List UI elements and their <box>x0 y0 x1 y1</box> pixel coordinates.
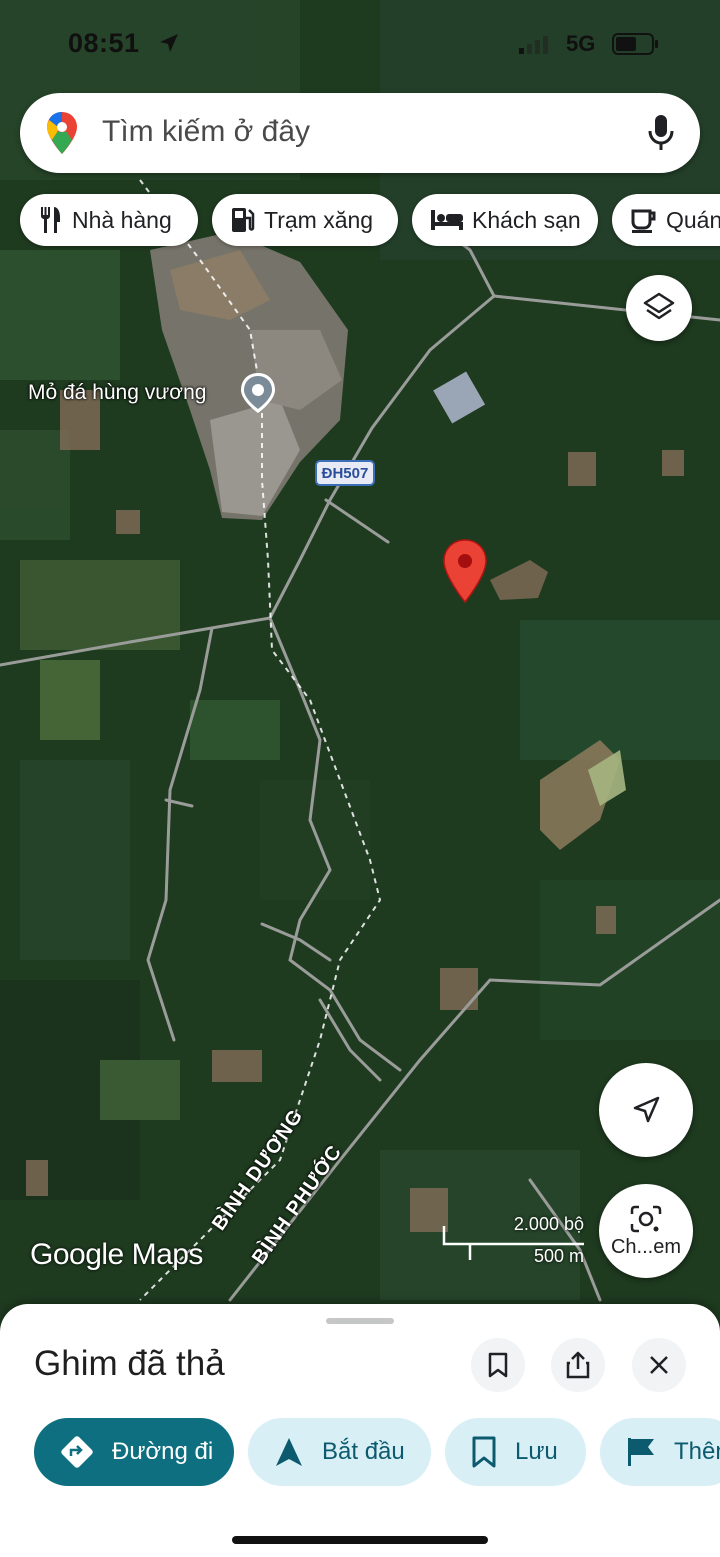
microphone-icon[interactable] <box>648 113 674 151</box>
directions-icon <box>61 1436 93 1468</box>
google-maps-attribution: Google Maps <box>30 1238 203 1271</box>
network-type: 5G <box>566 31 596 56</box>
chip-label: Khách sạn <box>472 206 581 233</box>
home-indicator[interactable] <box>232 1536 488 1544</box>
sheet-title: Ghim đã thả <box>34 1344 225 1383</box>
map-scale: 2.000 bộ 500 m <box>442 1214 592 1272</box>
status-time: 08:51 <box>68 28 140 58</box>
place-marker-icon[interactable] <box>238 371 278 415</box>
battery-icon <box>612 33 658 55</box>
hotel-icon <box>431 210 463 230</box>
more-button[interactable]: Thêm <box>600 1418 720 1486</box>
signal-strength-icon <box>519 36 548 54</box>
share-icon <box>566 1351 590 1379</box>
save-icon-button[interactable] <box>471 1338 525 1392</box>
chip-label: Nhà hàng <box>72 206 172 233</box>
dropped-pin-icon[interactable] <box>441 538 489 604</box>
search-input[interactable]: Tìm kiếm ở đây <box>102 115 310 149</box>
bookmark-icon <box>488 1352 508 1378</box>
lens-search-button[interactable]: Ch...em <box>599 1184 693 1278</box>
location-services-icon <box>160 34 178 52</box>
dropped-pin-sheet[interactable]: Ghim đã thả Đường đi Bắt đầu Lưu Thê <box>0 1304 720 1557</box>
bookmark-icon <box>472 1436 496 1468</box>
close-button[interactable] <box>632 1338 686 1392</box>
lens-label: Ch...em <box>610 1235 682 1258</box>
chip-hotels[interactable]: Khách sạn <box>412 194 598 246</box>
road-shield: ĐH507 <box>315 460 375 486</box>
action-label: Bắt đầu <box>322 1438 405 1465</box>
gas-station-icon <box>232 208 255 232</box>
restaurant-icon <box>41 207 60 233</box>
action-label: Thêm <box>674 1438 720 1465</box>
chip-label: Quán <box>666 206 720 233</box>
coffee-icon <box>631 209 656 233</box>
directions-button[interactable]: Đường đi <box>34 1418 234 1486</box>
google-maps-logo-icon <box>47 112 77 154</box>
start-button[interactable]: Bắt đầu <box>248 1418 431 1486</box>
chip-restaurants[interactable]: Nhà hàng <box>20 194 198 246</box>
action-label: Đường đi <box>112 1438 214 1465</box>
status-bar: 08:51 5G <box>0 22 720 66</box>
layers-button[interactable] <box>626 275 692 341</box>
navigation-arrow-icon <box>276 1438 302 1466</box>
action-label: Lưu <box>515 1438 558 1465</box>
chip-cafes[interactable]: Quán <box>612 194 720 246</box>
share-button[interactable] <box>551 1338 605 1392</box>
camera-lens-icon <box>630 1205 662 1232</box>
flag-icon <box>628 1438 654 1466</box>
layers-icon <box>643 292 675 320</box>
scale-metric: 500 m <box>533 1246 584 1266</box>
category-chips: Nhà hàng Trạm xăng Khách sạn Quán <box>20 194 720 246</box>
chip-gas-stations[interactable]: Trạm xăng <box>212 194 398 246</box>
action-buttons: Đường đi Bắt đầu Lưu Thêm <box>0 1418 720 1486</box>
place-label[interactable]: Mỏ đá hùng vương <box>28 381 206 405</box>
navigation-arrow-icon <box>633 1096 660 1123</box>
save-button[interactable]: Lưu <box>445 1418 586 1486</box>
my-location-button[interactable] <box>599 1063 693 1157</box>
search-bar[interactable]: Tìm kiếm ở đây <box>20 93 700 173</box>
close-icon <box>650 1356 668 1374</box>
chip-label: Trạm xăng <box>264 206 374 233</box>
sheet-drag-handle[interactable] <box>326 1318 394 1324</box>
